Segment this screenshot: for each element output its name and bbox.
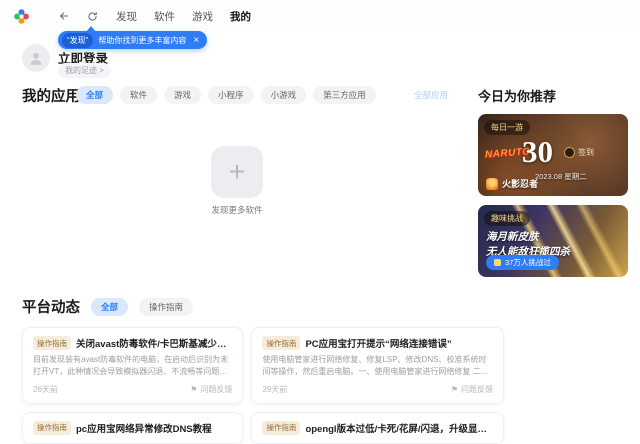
daily-checkin: 签到	[564, 147, 594, 158]
tab-mine[interactable]: 我的	[230, 9, 251, 24]
tab-games[interactable]: 游戏	[192, 9, 213, 24]
flag-icon: ⚑	[450, 384, 458, 394]
challenge-badge: 趣味挑战	[484, 211, 530, 226]
main-nav: 发现 软件 游戏 我的	[116, 9, 251, 24]
feedback-label: 问题反馈	[200, 384, 233, 394]
checkin-label: 签到	[578, 148, 594, 157]
refresh-icon[interactable]	[82, 6, 102, 26]
tooltip-arrow	[86, 26, 96, 32]
challenge-line1: 海月新皮肤	[486, 231, 539, 243]
app-logo-icon	[14, 8, 29, 24]
challenge-game-icon	[494, 259, 501, 266]
my-apps-filters: 全部 软件 游戏 小程序 小游戏 第三方应用	[76, 86, 376, 104]
plus-icon: +	[228, 156, 246, 187]
news-card-body: 目前发现装有avast防毒软件的电脑，在启动后识别为未打开VT，此种情况会导致模…	[33, 355, 229, 377]
daily-date: 2023.08 星期二	[535, 172, 587, 181]
daily-game-row: 火影忍者	[486, 177, 538, 190]
news-card-title[interactable]: 关闭avast防毒软件/卡巴斯基减少卡顿现象	[76, 336, 232, 350]
avatar[interactable]	[22, 44, 50, 72]
news-title: 平台动态	[22, 300, 80, 316]
daily-game-name: 火影忍者	[502, 179, 539, 189]
recommend-title: 今日为你推荐	[478, 89, 557, 104]
news-card[interactable]: 操作指南 pc应用宝网络异常修改DNS教程	[22, 411, 244, 444]
discover-tooltip: “发现” 帮助你找到更多丰富内容 ×	[58, 26, 208, 49]
checkin-seal-icon	[564, 147, 575, 158]
news-card-time: 26天前	[33, 384, 58, 394]
news-card[interactable]: 操作指南 PC应用宝打开提示“网络连接错误” 使用电脑管家进行网络修复、修复LS…	[251, 327, 504, 404]
news-filter-all[interactable]: 全部	[91, 297, 129, 316]
news-card-head: 操作指南 关闭avast防毒软件/卡巴斯基减少卡顿现象	[33, 336, 232, 350]
news-card-time: 29天前	[262, 384, 288, 394]
flag-icon: ⚑	[190, 384, 198, 394]
feedback-link[interactable]: ⚑ 问题反馈	[451, 384, 493, 395]
back-icon[interactable]	[54, 6, 74, 26]
challenge-card[interactable]: 趣味挑战 海月新皮肤 无人能敌狂揽四杀 37万人挑战过	[478, 205, 628, 277]
profile-sub-link[interactable]: 我的足迹 >	[58, 63, 111, 78]
news-card[interactable]: 操作指南 关闭avast防毒软件/卡巴斯基减少卡顿现象 目前发现装有avast防…	[22, 327, 244, 404]
filter-miniprograms[interactable]: 小程序	[208, 86, 254, 104]
news-filter-guide[interactable]: 操作指南	[139, 297, 194, 316]
challenge-stat-text: 37万人挑战过	[505, 258, 551, 267]
filter-minigames[interactable]: 小游戏	[260, 86, 307, 104]
news-card-title[interactable]: pc应用宝网络异常修改DNS教程	[76, 421, 212, 435]
tab-software[interactable]: 软件	[154, 9, 175, 24]
news-card-body: 使用电脑管家进行网络修复、修复LSP、修改DNS、校准系统时间等操作，然后重启电…	[262, 355, 489, 377]
news-tag: 操作指南	[33, 336, 71, 350]
filter-all[interactable]: 全部	[76, 86, 114, 104]
tooltip-text: 帮助你找到更多丰富内容	[98, 35, 187, 45]
news-card-title[interactable]: PC应用宝打开提示“网络连接错误”	[305, 336, 451, 350]
tab-discover[interactable]: 发现	[116, 9, 137, 24]
daily-game-card[interactable]: 每日一游 NARUTO 30 签到 2023.08 星期二 火影忍者	[478, 114, 628, 196]
news-card-title[interactable]: opengl版本过低/卡死/花屏/闪退，升级显卡驱动…	[305, 421, 493, 435]
platform-news: 平台动态 全部 操作指南 操作指南 关闭avast防毒软件/卡巴斯基减少卡顿现象…	[22, 296, 504, 444]
add-more-software-button[interactable]: +	[211, 146, 263, 198]
recommend-sidebar: 今日为你推荐 每日一游 NARUTO 30 签到 2023.08 星期二 火影忍…	[478, 86, 628, 277]
feedback-label: 问题反馈	[461, 384, 493, 394]
my-apps-title: 我的应用	[22, 89, 80, 105]
news-tag: 操作指南	[33, 420, 71, 435]
game-avatar-icon	[486, 177, 498, 190]
challenge-stat-pill[interactable]: 37万人挑战过	[486, 255, 559, 270]
news-card-head: 操作指南 pc应用宝网络异常修改DNS教程	[33, 420, 232, 435]
news-grid: 操作指南 关闭avast防毒软件/卡巴斯基减少卡顿现象 目前发现装有avast防…	[22, 327, 504, 444]
news-card-footer: 26天前 ⚑ 问题反馈	[33, 384, 232, 395]
person-icon	[30, 52, 42, 65]
daily-game-badge: 每日一游	[484, 120, 530, 135]
view-all-apps-link[interactable]: 全部应用	[414, 89, 448, 101]
news-card-head: 操作指南 opengl版本过低/卡死/花屏/闪退，升级显卡驱动…	[262, 420, 493, 435]
filter-games[interactable]: 游戏	[164, 86, 202, 104]
news-header: 平台动态 全部 操作指南	[22, 296, 442, 317]
topbar: 发现 软件 游戏 我的	[0, 0, 640, 32]
news-card[interactable]: 操作指南 opengl版本过低/卡死/花屏/闪退，升级显卡驱动…	[251, 411, 504, 444]
filter-software[interactable]: 软件	[120, 86, 158, 104]
news-tag: 操作指南	[262, 336, 301, 350]
news-card-footer: 29天前 ⚑ 问题反馈	[262, 384, 493, 395]
tooltip-badge: “发现”	[62, 32, 94, 48]
filter-thirdparty[interactable]: 第三方应用	[313, 86, 376, 104]
feedback-link[interactable]: ⚑ 问题反馈	[190, 384, 232, 395]
daily-big-number: 30	[522, 134, 553, 169]
tooltip-close-icon[interactable]: ×	[193, 35, 199, 46]
news-card-head: 操作指南 PC应用宝打开提示“网络连接错误”	[262, 336, 493, 350]
news-tag: 操作指南	[262, 420, 301, 435]
discover-more-label: 发现更多软件	[211, 205, 263, 215]
